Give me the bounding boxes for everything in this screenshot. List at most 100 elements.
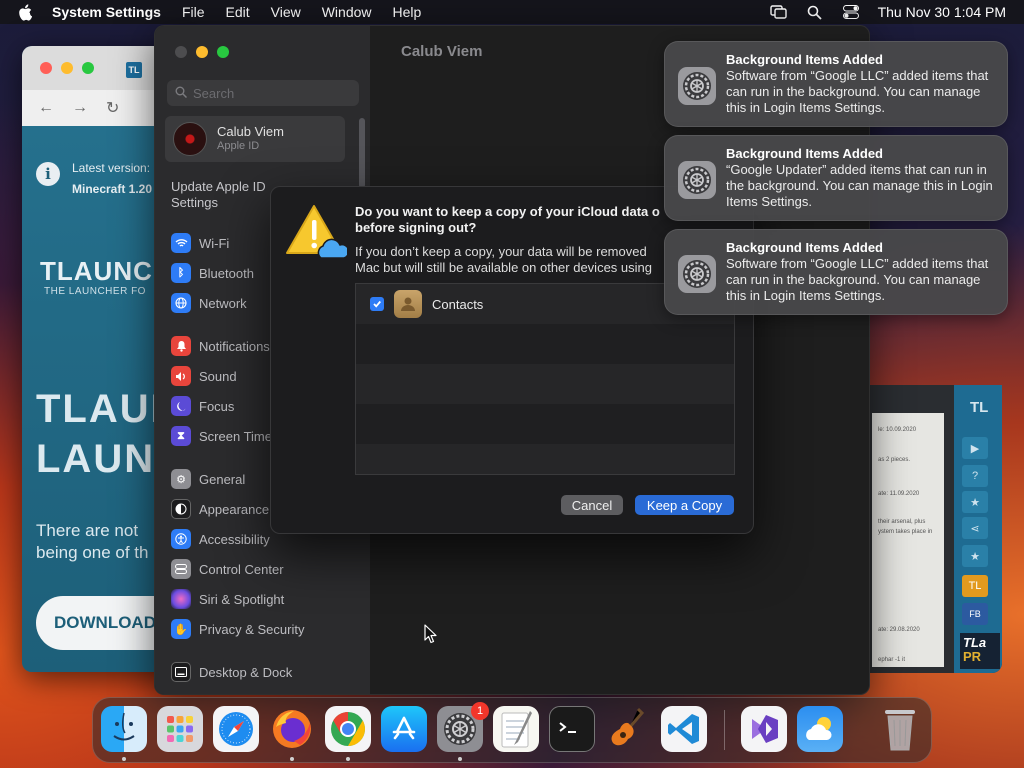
help-icon[interactable]: ? <box>962 465 988 487</box>
sidebar-item-label: Focus <box>199 398 235 414</box>
keep-a-copy-button[interactable]: Keep a Copy <box>635 495 734 515</box>
dock-vscode[interactable] <box>661 706 707 752</box>
sidebar-item-appearance[interactable]: Appearance <box>171 498 269 520</box>
sidebar-item-desktop-dock[interactable]: Desktop & Dock <box>171 661 292 683</box>
avatar <box>173 122 207 156</box>
running-indicator <box>290 757 294 761</box>
sidebar-item-focus[interactable]: Focus <box>171 395 234 417</box>
search-input[interactable] <box>193 85 343 101</box>
sidebar-item-siri-spotlight[interactable]: Siri & Spotlight <box>171 588 284 610</box>
settings-minimize-button[interactable] <box>196 46 208 58</box>
list-row-empty <box>356 364 734 404</box>
apple-id-label: Apple ID <box>217 140 260 152</box>
sidebar-item-label: Network <box>199 295 247 311</box>
facebook-icon[interactable]: FB <box>962 603 988 625</box>
notification-card[interactable]: Background Items Added Software from “Go… <box>664 229 1008 315</box>
share-icon[interactable]: ⋖ <box>962 517 988 539</box>
cancel-button[interactable]: Cancel <box>561 495 623 515</box>
browser-close-button[interactable] <box>40 62 52 74</box>
sidebar-item-sound[interactable]: Sound <box>171 365 237 387</box>
running-indicator <box>458 757 462 761</box>
dialog-question: Do you want to keep a copy of your iClou… <box>355 204 660 235</box>
play-icon[interactable]: ▶ <box>962 437 988 459</box>
sidebar-item-network[interactable]: Network <box>171 292 247 314</box>
dock-finder[interactable] <box>101 706 147 752</box>
launcher-window: le: 10.09.2020 as 2 pieces. ate: 11.09.2… <box>862 385 1002 673</box>
back-arrow-icon[interactable]: ← <box>38 99 54 117</box>
sidebar-item-label: Appearance <box>199 501 270 517</box>
dock-garageband[interactable] <box>605 706 651 752</box>
sidebar-item-label: Desktop & Dock <box>199 664 293 680</box>
screen-mirroring-icon[interactable] <box>770 4 788 20</box>
dock-trash[interactable] <box>877 706 923 752</box>
dock-launchpad[interactable] <box>157 706 203 752</box>
launcher-promo[interactable]: TLa PR <box>960 633 1000 669</box>
update-apple-id-settings[interactable]: Update Apple ID Settings <box>171 179 266 211</box>
menubar-clock[interactable]: Thu Nov 30 1:04 PM <box>878 4 1006 20</box>
spotlight-search-icon[interactable] <box>806 4 824 20</box>
list-row-empty <box>356 404 734 444</box>
settings-gear-icon <box>678 255 716 293</box>
hand-icon: ✋ <box>171 619 191 639</box>
sidebar-item-screen-time[interactable]: ⧗ Screen Time <box>171 425 272 447</box>
browser-zoom-button[interactable] <box>82 62 94 74</box>
settings-gear-icon <box>678 67 716 105</box>
sidebar-item-label: Control Center <box>199 561 284 577</box>
dock-safari[interactable] <box>213 706 259 752</box>
menu-window[interactable]: Window <box>322 4 372 20</box>
menu-app-name[interactable]: System Settings <box>52 4 161 20</box>
menu-help[interactable]: Help <box>393 4 422 20</box>
dock-terminal[interactable] <box>549 706 595 752</box>
latest-version-text: Latest version: Minecraft 1.20 <box>72 161 153 196</box>
tab-favicon-icon[interactable]: TL <box>126 62 142 78</box>
site-tagline: THE LAUNCHER FO <box>44 286 146 297</box>
menu-file[interactable]: File <box>182 4 205 20</box>
star-icon[interactable]: ★ <box>962 491 988 513</box>
sidebar-item-bluetooth[interactable]: ᛒ Bluetooth <box>171 262 254 284</box>
dock-icon <box>171 662 191 682</box>
notification-body: “Google Updater” added items that can ru… <box>726 162 993 209</box>
notification-badge: 1 <box>471 702 489 720</box>
reload-icon[interactable]: ↻ <box>106 98 119 118</box>
dock-chrome[interactable] <box>325 706 371 752</box>
sidebar-scrollbar[interactable] <box>359 118 365 188</box>
sidebar-item-privacy-security[interactable]: ✋ Privacy & Security <box>171 618 304 640</box>
notification-card[interactable]: Background Items Added “Google Updater” … <box>664 135 1008 221</box>
settings-close-button[interactable] <box>175 46 187 58</box>
star-icon[interactable]: ★ <box>962 545 988 567</box>
dock-system-settings[interactable]: 1 <box>437 702 489 752</box>
sidebar-item-label: Accessibility <box>199 531 270 547</box>
forward-arrow-icon[interactable]: → <box>72 99 88 117</box>
apple-id-row[interactable]: Calub Viem Apple ID <box>165 116 345 162</box>
sidebar-item-general[interactable]: ⚙ General <box>171 468 245 490</box>
dock-textedit[interactable] <box>493 706 539 752</box>
site-logo[interactable]: TLAUNC <box>40 256 153 287</box>
sidebar-item-notifications[interactable]: Notifications <box>171 335 270 357</box>
dock-app-store[interactable] <box>381 706 427 752</box>
menu-bar: System Settings File Edit View Window He… <box>0 0 1024 24</box>
bell-icon <box>171 336 191 356</box>
control-center-icon[interactable] <box>842 4 860 20</box>
browser-minimize-button[interactable] <box>61 62 73 74</box>
list-row-empty <box>356 324 734 364</box>
settings-zoom-button[interactable] <box>217 46 229 58</box>
notification-card[interactable]: Background Items Added Software from “Go… <box>664 41 1008 127</box>
sidebar-item-accessibility[interactable]: Accessibility <box>171 528 270 550</box>
dock-weather[interactable] <box>797 706 843 752</box>
dock: 1 <box>92 697 932 763</box>
sidebar-item-label: Privacy & Security <box>199 621 305 637</box>
menu-view[interactable]: View <box>271 4 301 20</box>
list-item-label: Contacts <box>432 296 484 312</box>
tl-account-icon[interactable]: TL <box>962 575 988 597</box>
sidebar-item-wifi[interactable]: Wi-Fi <box>171 232 229 254</box>
firefox-icon <box>273 710 311 748</box>
apple-logo-icon[interactable] <box>16 3 34 21</box>
menu-edit[interactable]: Edit <box>226 4 250 20</box>
dock-visual-studio[interactable] <box>741 706 787 752</box>
settings-search-field[interactable] <box>167 80 359 106</box>
notification-body: Software from “Google LLC” added items t… <box>726 68 989 115</box>
sidebar-item-control-center[interactable]: Control Center <box>171 558 284 580</box>
dock-firefox[interactable] <box>269 706 315 752</box>
sidebar-item-label: Notifications <box>199 338 270 354</box>
contacts-checkbox[interactable] <box>370 297 384 311</box>
